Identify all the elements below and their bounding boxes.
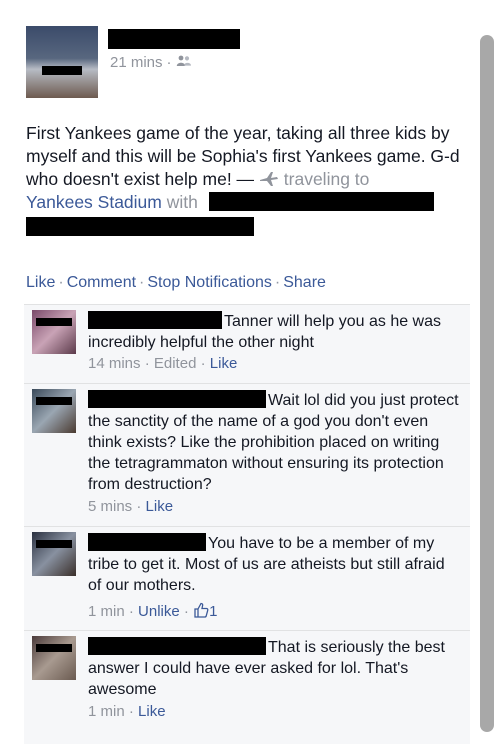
scrollbar-thumb[interactable] <box>480 35 494 732</box>
comment-time[interactable]: 14 mins <box>88 355 141 372</box>
tagged-friends-redacted-2 <box>26 217 254 236</box>
comment-meta: 14 mins · Edited · Like <box>88 355 237 372</box>
like-link[interactable]: Like <box>26 274 55 291</box>
meta-separator: · <box>200 355 206 372</box>
share-link[interactable]: Share <box>283 274 326 291</box>
activity-label: traveling to <box>283 169 370 189</box>
comment: Tanner will help you as he was incredibl… <box>24 304 470 383</box>
comment: You have to be a member of my tribe to g… <box>24 526 470 630</box>
stop-notifications-link[interactable]: Stop Notifications <box>147 274 272 291</box>
post-actions: Like · Comment · Stop Notifications · Share <box>26 274 326 292</box>
meta-separator: · <box>128 603 134 620</box>
action-separator: · <box>139 274 145 291</box>
meta-separator: · <box>136 498 142 515</box>
commenter-avatar[interactable] <box>32 532 76 576</box>
comment-meta: 1 min · Like <box>88 703 166 720</box>
commenter-avatar[interactable] <box>32 389 76 433</box>
meta-separator: · <box>128 703 134 720</box>
commenter-name-redacted <box>88 390 266 408</box>
place-link[interactable]: Yankees Stadium <box>26 192 162 212</box>
post-text: First Yankees game of the year, taking a… <box>26 122 476 239</box>
post-body: First Yankees game of the year, taking a… <box>26 123 460 189</box>
meta-separator: · <box>144 355 150 372</box>
commenter-avatar[interactable] <box>32 636 76 680</box>
comment-text: You have to be a member of my tribe to g… <box>88 533 460 596</box>
edited-label[interactable]: Edited <box>154 355 197 372</box>
comment-time[interactable]: 5 mins <box>88 498 132 515</box>
tagged-friends-redacted <box>208 192 434 211</box>
post-meta: 21 mins · <box>110 54 192 71</box>
post-time[interactable]: 21 mins <box>110 54 163 71</box>
like-count-value: 1 <box>209 603 218 620</box>
commenter-name-redacted <box>88 533 206 551</box>
comment-meta: 5 mins · Like <box>88 498 173 515</box>
comment-like-link[interactable]: Like <box>146 498 174 515</box>
comment-list: Tanner will help you as he was incredibl… <box>24 304 470 744</box>
poster-name-redacted <box>108 29 240 49</box>
meta-separator: · <box>166 54 172 71</box>
commenter-name-redacted <box>88 311 222 329</box>
airplane-icon <box>259 169 279 189</box>
scrollbar-track[interactable] <box>476 0 500 732</box>
comment: Wait lol did you just protect the sancti… <box>24 383 470 526</box>
comment-text: That is seriously the best answer I coul… <box>88 637 460 700</box>
comment-text: Wait lol did you just protect the sancti… <box>88 390 460 495</box>
comment-time[interactable]: 1 min <box>88 703 125 720</box>
comment-time[interactable]: 1 min <box>88 603 125 620</box>
commenter-avatar[interactable] <box>32 310 76 354</box>
poster-avatar[interactable] <box>26 26 98 98</box>
meta-separator: · <box>183 603 189 620</box>
action-separator: · <box>274 274 281 291</box>
thumbs-up-icon <box>193 602 209 622</box>
action-separator: · <box>58 274 64 291</box>
comment-unlike-link[interactable]: Unlike <box>138 603 180 620</box>
commenter-name-redacted <box>88 637 266 655</box>
with-label: with <box>166 192 198 212</box>
comment-link[interactable]: Comment <box>67 274 136 291</box>
comment-meta: 1 min · Unlike · 1 <box>88 602 217 622</box>
comment-like-link[interactable]: Like <box>210 355 238 372</box>
like-count[interactable]: 1 <box>193 602 218 622</box>
comment: That is seriously the best answer I coul… <box>24 630 470 731</box>
comment-like-link[interactable]: Like <box>138 703 166 720</box>
friends-icon[interactable] <box>176 54 192 71</box>
comment-text: Tanner will help you as he was incredibl… <box>88 311 460 353</box>
